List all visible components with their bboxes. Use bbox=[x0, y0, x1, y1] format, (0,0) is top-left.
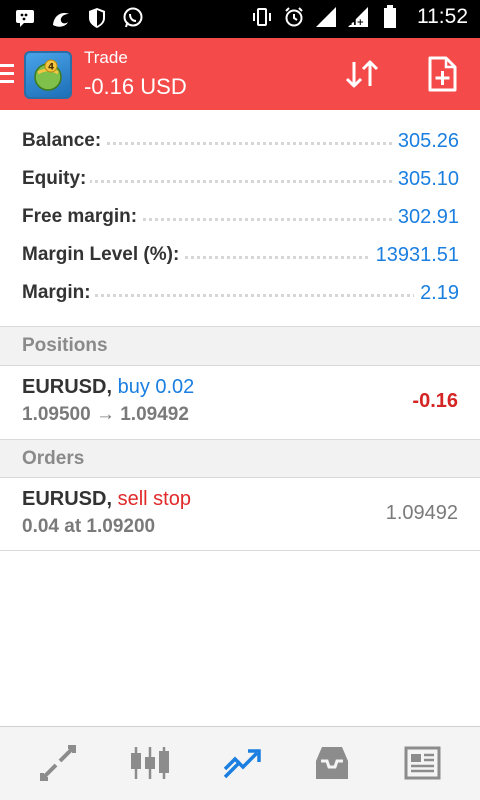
signal-icon bbox=[315, 6, 337, 28]
positions-header: Positions bbox=[0, 327, 480, 365]
page-title: Trade bbox=[84, 48, 128, 67]
app-logo-icon[interactable]: 4 bbox=[24, 51, 72, 99]
order-item[interactable]: EURUSD, sell stop 0.04 at 1.09200 1.0949… bbox=[0, 478, 480, 550]
summary-row-margin-level: Margin Level (%): 13931.51 bbox=[0, 236, 480, 274]
position-profit: -0.16 bbox=[412, 390, 458, 412]
equity-value: 305.10 bbox=[391, 168, 459, 191]
summary-row-margin: Margin: 2.19 bbox=[0, 274, 480, 312]
bbm-icon bbox=[14, 7, 36, 29]
orders-title: Orders bbox=[22, 448, 85, 469]
margin-label: Margin: bbox=[22, 282, 95, 304]
menu-icon[interactable] bbox=[0, 64, 14, 86]
position-side: buy 0.02 bbox=[117, 376, 195, 398]
floating-profit: -0.16 USD bbox=[84, 74, 187, 99]
history-icon[interactable] bbox=[310, 741, 354, 785]
uc-browser-icon bbox=[50, 7, 72, 29]
svg-text:H+: H+ bbox=[349, 18, 364, 28]
shield-icon bbox=[86, 7, 108, 29]
orders-header: Orders bbox=[0, 440, 480, 478]
summary-row-free-margin: Free margin: 302.91 bbox=[0, 198, 480, 236]
order-title: EURUSD, sell stop bbox=[22, 488, 191, 511]
status-time: 11:52 bbox=[417, 5, 468, 28]
order-volume-price: 0.04 at 1.09200 bbox=[22, 516, 156, 537]
margin-level-value: 13931.51 bbox=[369, 244, 459, 267]
balance-value: 305.26 bbox=[391, 130, 459, 153]
app-header: 4 Trade -0.16 USD bbox=[0, 38, 480, 110]
new-order-icon[interactable] bbox=[424, 54, 464, 94]
summary-row-balance: Balance: 305.26 bbox=[0, 122, 480, 160]
position-prices: 1.09500 → 1.09492 bbox=[22, 404, 189, 425]
position-symbol: EURUSD, bbox=[22, 376, 113, 398]
positions-title: Positions bbox=[22, 335, 108, 356]
news-icon[interactable] bbox=[400, 741, 444, 785]
account-summary: Balance: 305.26 Equity: 305.10 Free marg… bbox=[0, 122, 480, 312]
position-item[interactable]: EURUSD, buy 0.02 1.09500 → 1.09492 -0.16 bbox=[0, 366, 480, 438]
order-side: sell stop bbox=[117, 488, 191, 510]
signal-h-plus-icon: H+ bbox=[347, 6, 369, 28]
order-symbol: EURUSD, bbox=[22, 488, 113, 510]
vibrate-icon bbox=[251, 6, 273, 28]
equity-label: Equity: bbox=[22, 168, 91, 190]
divider bbox=[0, 550, 480, 551]
margin-level-label: Margin Level (%): bbox=[22, 244, 184, 266]
free-margin-label: Free margin: bbox=[22, 206, 142, 228]
balance-label: Balance: bbox=[22, 130, 106, 152]
alarm-icon bbox=[283, 6, 305, 28]
chart-icon[interactable] bbox=[128, 741, 172, 785]
position-title: EURUSD, buy 0.02 bbox=[22, 376, 194, 399]
bottom-navigation bbox=[0, 726, 480, 800]
margin-value: 2.19 bbox=[414, 282, 459, 305]
summary-row-equity: Equity: 305.10 bbox=[0, 160, 480, 198]
whatsapp-icon bbox=[122, 7, 144, 29]
battery-icon bbox=[379, 5, 401, 28]
sort-icon[interactable] bbox=[342, 54, 382, 94]
trade-icon[interactable] bbox=[220, 741, 264, 785]
svg-text:4: 4 bbox=[48, 63, 54, 73]
quotes-icon[interactable] bbox=[36, 741, 80, 785]
free-margin-value: 302.91 bbox=[391, 206, 459, 229]
status-bar: H+ 11:52 bbox=[0, 0, 480, 38]
order-current-price: 1.09492 bbox=[385, 502, 458, 524]
